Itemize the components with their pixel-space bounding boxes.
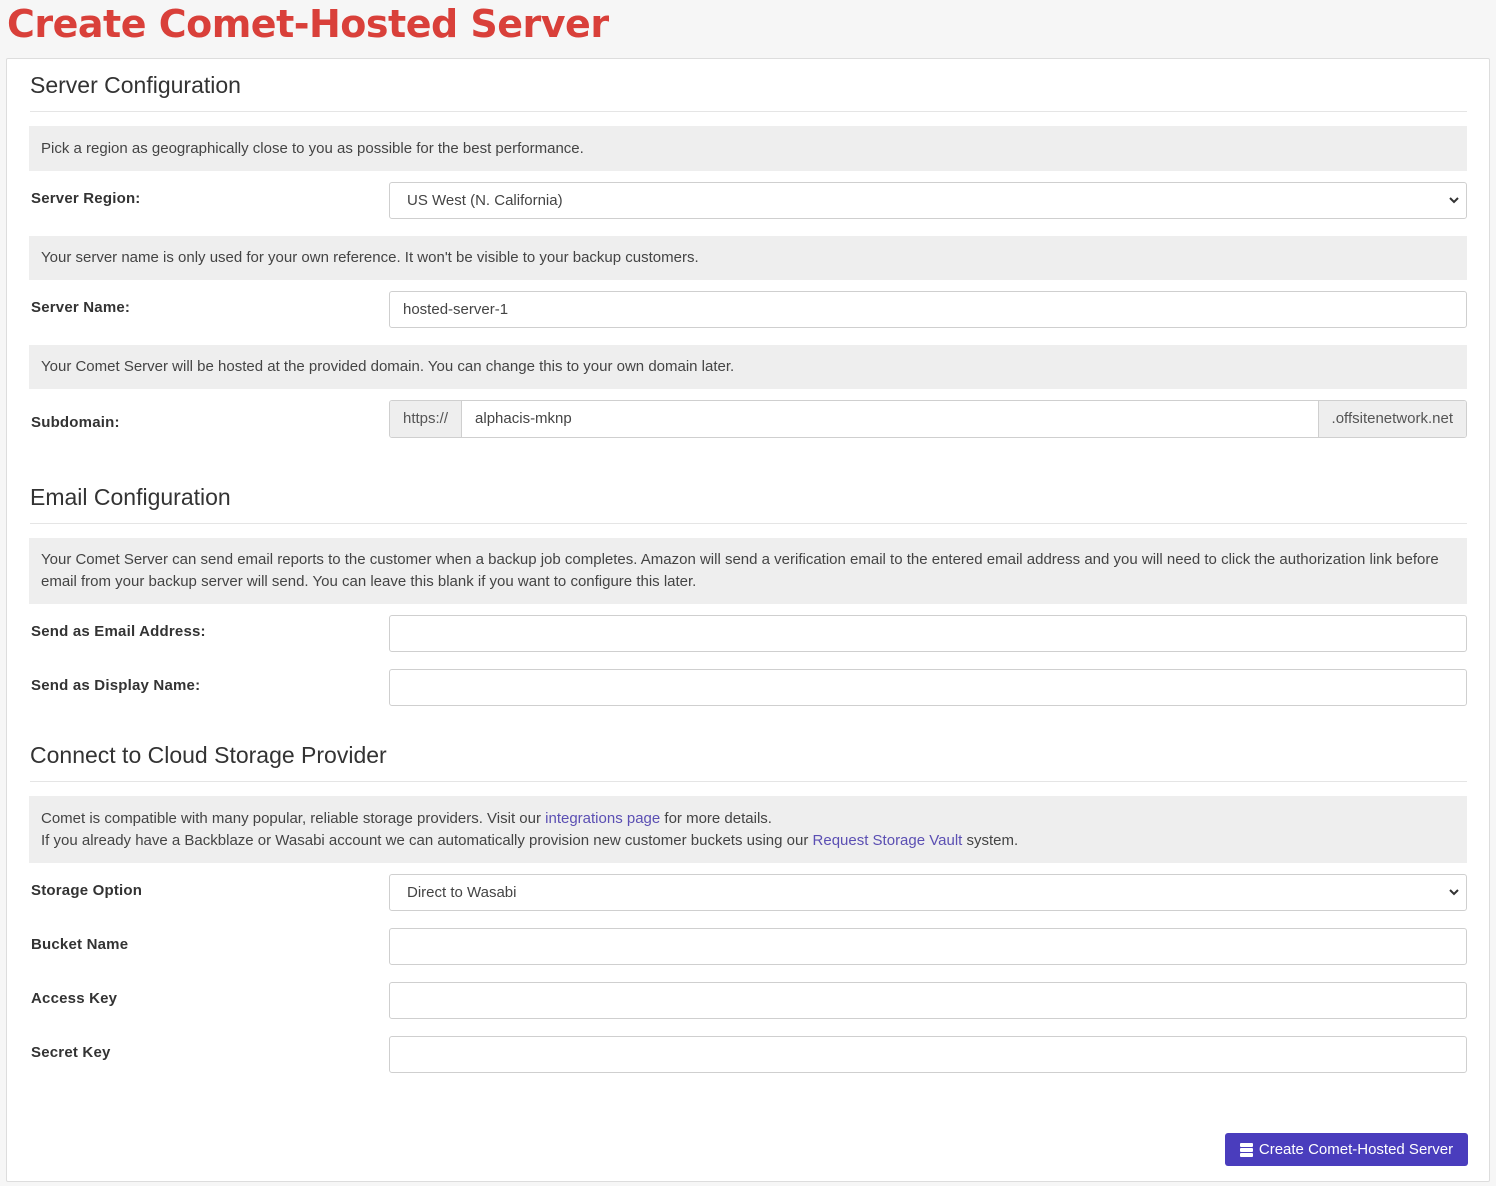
server-region-value: US West (N. California) bbox=[407, 192, 563, 209]
page-title: Create Comet-Hosted Server bbox=[7, 2, 609, 46]
display-name-label: Send as Display Name: bbox=[31, 677, 201, 694]
region-info-text: Pick a region as geographically close to… bbox=[41, 139, 584, 157]
bucket-name-input[interactable] bbox=[389, 928, 1467, 965]
storage-info-line-1: Comet is compatible with many popular, r… bbox=[41, 808, 1455, 830]
email-config-heading: Email Configuration bbox=[30, 479, 1467, 524]
region-info: Pick a region as geographically close to… bbox=[29, 126, 1467, 171]
storage-info-line-2: If you already have a Backblaze or Wasab… bbox=[41, 830, 1455, 852]
request-storage-vault-link[interactable]: Request Storage Vault bbox=[813, 832, 963, 849]
storage-option-value: Direct to Wasabi bbox=[407, 884, 517, 901]
subdomain-label: Subdomain: bbox=[31, 414, 120, 431]
storage-info: Comet is compatible with many popular, r… bbox=[29, 796, 1467, 863]
integrations-page-link[interactable]: integrations page bbox=[545, 810, 660, 827]
storage-info-line-1-end: for more details. bbox=[660, 809, 772, 827]
bucket-name-label: Bucket Name bbox=[31, 936, 129, 953]
access-key-input[interactable] bbox=[389, 982, 1467, 1019]
display-name-input[interactable] bbox=[389, 669, 1467, 706]
storage-heading: Connect to Cloud Storage Provider bbox=[30, 737, 1467, 782]
access-key-label: Access Key bbox=[31, 990, 118, 1007]
subdomain-input-group: https:// alphacis-mknp .offsitenetwork.n… bbox=[389, 400, 1467, 438]
storage-info-line-2-end: system. bbox=[962, 831, 1019, 849]
storage-option-select[interactable]: Direct to Wasabi bbox=[389, 874, 1467, 911]
storage-option-label: Storage Option bbox=[31, 882, 143, 899]
create-server-form: Server Configuration Pick a region as ge… bbox=[6, 58, 1490, 1182]
chevron-down-icon bbox=[1449, 889, 1459, 896]
email-address-label: Send as Email Address: bbox=[31, 623, 206, 640]
subdomain-suffix: .offsitenetwork.net bbox=[1317, 401, 1466, 437]
domain-info-text: Your Comet Server will be hosted at the … bbox=[41, 358, 735, 375]
server-region-label: Server Region: bbox=[31, 190, 141, 207]
server-name-label: Server Name: bbox=[31, 299, 131, 316]
server-region-select[interactable]: US West (N. California) bbox=[389, 182, 1467, 219]
email-address-input[interactable] bbox=[389, 615, 1467, 652]
storage-info-line-2-text: If you already have a Backblaze or Wasab… bbox=[41, 831, 813, 849]
database-icon bbox=[1239, 1142, 1253, 1157]
storage-info-line-1-text: Comet is compatible with many popular, r… bbox=[41, 809, 546, 827]
create-server-button[interactable]: Create Comet-Hosted Server bbox=[1225, 1133, 1468, 1166]
server-name-input[interactable]: hosted-server-1 bbox=[389, 291, 1467, 328]
secret-key-label: Secret Key bbox=[31, 1044, 111, 1061]
server-config-heading: Server Configuration bbox=[30, 67, 1467, 112]
email-info: Your Comet Server can send email reports… bbox=[29, 538, 1467, 604]
email-info-text: Your Comet Server can send email reports… bbox=[41, 551, 1439, 590]
secret-key-input[interactable] bbox=[389, 1036, 1467, 1073]
subdomain-prefix: https:// bbox=[390, 401, 463, 437]
chevron-down-icon bbox=[1449, 197, 1459, 204]
create-server-button-label: Create Comet-Hosted Server bbox=[1258, 1141, 1454, 1158]
domain-info: Your Comet Server will be hosted at the … bbox=[29, 345, 1467, 389]
subdomain-input[interactable]: alphacis-mknp bbox=[462, 401, 1318, 437]
name-info: Your server name is only used for your o… bbox=[29, 236, 1467, 280]
name-info-text: Your server name is only used for your o… bbox=[41, 249, 699, 266]
